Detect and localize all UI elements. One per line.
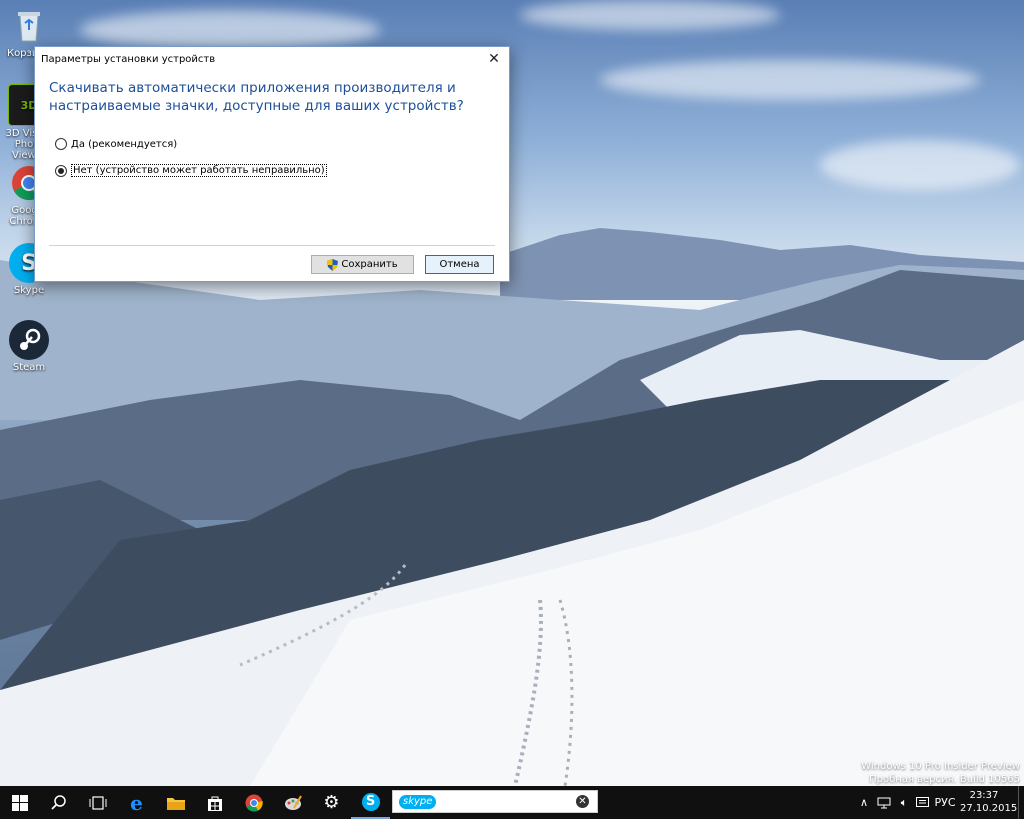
language-label: РУС <box>934 796 956 809</box>
taskbar-skype[interactable]: S <box>351 786 390 819</box>
radio-no[interactable] <box>55 164 67 177</box>
watermark-edition: Windows 10 Pro Insider Preview <box>861 761 1020 772</box>
save-button-label: Сохранить <box>341 259 398 270</box>
taskbar-search-box[interactable]: skype ✕ <box>392 790 598 813</box>
show-hidden-icons-button[interactable]: ∧ <box>856 786 872 819</box>
language-indicator[interactable]: РУС <box>932 786 958 819</box>
taskbar-chrome[interactable] <box>234 786 273 819</box>
taskbar-paint[interactable] <box>273 786 312 819</box>
skype-logo: skype <box>399 795 437 809</box>
clock-time: 23:37 <box>969 790 999 801</box>
chevron-up-icon: ∧ <box>859 796 869 809</box>
task-view-icon <box>89 795 106 810</box>
network-status[interactable] <box>874 786 894 819</box>
taskbar-store[interactable] <box>195 786 234 819</box>
desktop-icon-label: Skype <box>13 285 45 296</box>
watermark-build: Пробная версия. Build 10565 <box>869 774 1020 785</box>
search-icon <box>50 794 66 810</box>
dialog-titlebar[interactable]: Параметры установки устройств ✕ <box>35 47 509 72</box>
notification-icon <box>915 796 929 807</box>
volume-control[interactable]: 🔈︎ <box>894 786 914 819</box>
skype-icon: S <box>361 792 380 811</box>
settings-icon: ⚙ <box>323 792 340 813</box>
option-yes[interactable]: Да (рекомендуется) <box>55 138 177 150</box>
dialog-separator <box>49 245 495 246</box>
taskbar: e ⚙ S skype ✕ ∧ 🔈︎ РУС 23:37 27.10.2015 <box>0 786 1024 819</box>
desktop-icon-steam[interactable]: Steam <box>0 320 58 373</box>
dialog-question: Скачивать автоматически приложения произ… <box>49 80 464 114</box>
close-icon: ✕ <box>488 51 500 67</box>
action-center-button[interactable] <box>912 786 932 819</box>
uac-shield-icon <box>327 258 339 271</box>
search-button[interactable] <box>39 786 78 819</box>
taskbar-edge[interactable]: e <box>117 786 156 819</box>
device-installation-settings-dialog: Параметры установки устройств ✕ Скачиват… <box>34 46 510 282</box>
volume-icon: 🔈︎ <box>900 795 908 809</box>
chrome-icon <box>245 794 263 811</box>
start-button[interactable] <box>0 786 39 819</box>
edge-icon: e <box>130 790 143 815</box>
taskbar-file-explorer[interactable] <box>156 786 195 819</box>
file-explorer-icon <box>166 797 185 810</box>
dialog-title: Параметры установки устройств <box>41 54 216 65</box>
store-icon <box>207 796 222 811</box>
cancel-button[interactable]: Отмена <box>425 255 494 274</box>
radio-yes[interactable] <box>55 138 67 150</box>
windows-watermark: Windows 10 Pro Insider Preview Пробная в… <box>861 760 1020 786</box>
windows-logo-icon <box>11 794 28 811</box>
show-desktop-button[interactable] <box>1018 786 1024 819</box>
option-yes-label: Да (рекомендуется) <box>71 138 178 150</box>
cancel-button-label: Отмена <box>439 259 480 270</box>
close-button[interactable]: ✕ <box>479 47 509 71</box>
save-button[interactable]: Сохранить <box>311 255 414 274</box>
clock-date: 27.10.2015 <box>960 803 1018 814</box>
clear-search-icon[interactable]: ✕ <box>576 795 589 808</box>
taskbar-settings[interactable]: ⚙ <box>312 786 351 819</box>
task-view-button[interactable] <box>78 786 117 819</box>
radio-selected-dot <box>58 167 64 174</box>
recycle-bin-icon <box>9 6 49 46</box>
network-icon <box>877 797 891 808</box>
taskbar-clock[interactable]: 23:37 27.10.2015 <box>960 789 1018 815</box>
paint-icon <box>284 794 302 810</box>
steam-icon <box>9 320 49 360</box>
desktop-icon-label: Steam <box>12 362 46 373</box>
option-no-label: Нет (устройство может работать неправиль… <box>71 164 327 177</box>
option-no[interactable]: Нет (устройство может работать неправиль… <box>55 164 327 177</box>
